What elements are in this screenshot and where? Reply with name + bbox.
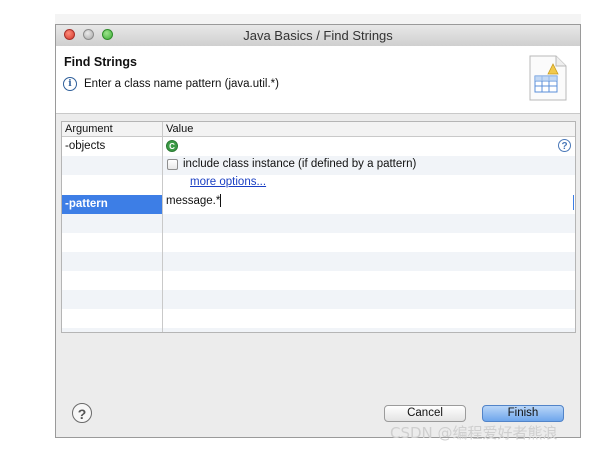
wizard-header: Find Strings i Enter a class name patter…	[56, 46, 580, 114]
table-row-stripe	[62, 328, 575, 332]
more-options-link[interactable]: more options...	[190, 176, 266, 188]
include-instance-checkbox[interactable]	[167, 159, 178, 170]
background-strip	[55, 14, 581, 24]
title-bar[interactable]: Java Basics / Find Strings	[56, 25, 580, 47]
document-table-icon	[529, 55, 567, 101]
argument-cell-objects[interactable]: -objects	[62, 137, 162, 156]
include-instance-label[interactable]: include class instance (if defined by a …	[183, 158, 416, 170]
watermark-text: CSDN @编程爱好者熊浪	[390, 424, 558, 442]
page-title: Find Strings	[64, 55, 137, 69]
window-title: Java Basics / Find Strings	[243, 28, 393, 43]
pattern-value-input[interactable]: message.*	[166, 195, 220, 207]
header-message: Enter a class name pattern (java.util.*)	[84, 78, 279, 90]
class-icon[interactable]: C	[166, 140, 178, 152]
help-icon[interactable]: ?	[558, 139, 571, 152]
column-divider[interactable]	[162, 122, 163, 332]
finish-button[interactable]: Finish	[482, 405, 564, 422]
column-header-argument[interactable]: Argument	[65, 123, 113, 135]
arguments-table: Argument Value -objects -pattern C ? inc…	[61, 121, 576, 333]
argument-cell-pattern[interactable]: -pattern	[62, 195, 162, 214]
table-row-stripe	[62, 252, 575, 271]
dialog-window: Java Basics / Find Strings Find Strings …	[55, 24, 581, 438]
info-icon: i	[63, 77, 77, 91]
column-header-value[interactable]: Value	[166, 123, 193, 135]
cancel-button[interactable]: Cancel	[384, 405, 466, 422]
row-edit-marker	[573, 195, 574, 210]
help-button[interactable]: ?	[72, 403, 92, 423]
table-row-stripe	[62, 214, 575, 233]
table-row-stripe	[62, 290, 575, 309]
table-header: Argument Value	[62, 122, 575, 137]
text-cursor	[220, 194, 221, 207]
